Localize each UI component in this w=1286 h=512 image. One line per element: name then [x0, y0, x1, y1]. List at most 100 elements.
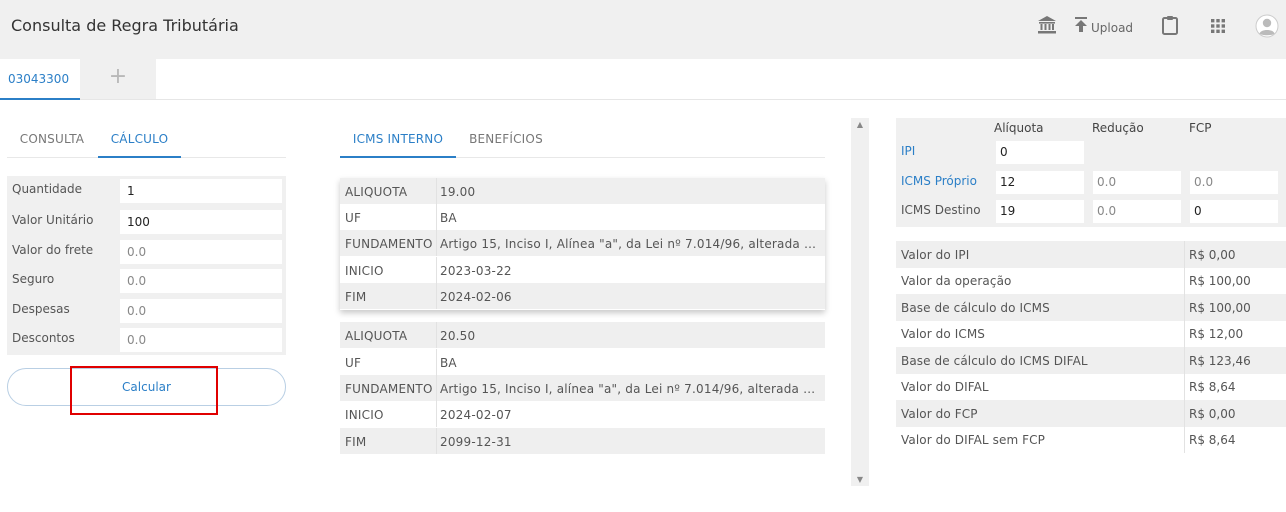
calcular-button[interactable]: Calcular: [7, 368, 286, 406]
scroll-down-arrow-icon[interactable]: ▼: [851, 475, 869, 484]
rule-row: INICIO 2023-03-22: [340, 257, 825, 283]
summary-value: R$ 8,64: [1189, 380, 1236, 394]
summary-row: Valor do IPI R$ 0,00: [896, 241, 1286, 268]
rule-value: 2024-02-06: [440, 290, 512, 304]
user-avatar-icon[interactable]: [1255, 14, 1279, 42]
bank-icon[interactable]: [1037, 15, 1057, 39]
rule-key: ALIQUOTA: [345, 329, 408, 343]
header-fcp: FCP: [1189, 121, 1212, 135]
rule-card-1[interactable]: ALIQUOTA 19.00 UF BA FUNDAMENTO Artigo 15, …: [340, 178, 825, 310]
summary-row: Valor do DIFAL R$ 8,64: [896, 373, 1286, 400]
clipboard-icon[interactable]: [1161, 15, 1179, 39]
rule-row: UF BA: [340, 204, 825, 230]
icms-destino-fcp-input[interactable]: 0: [1190, 200, 1278, 223]
form-row-valor-frete: Valor do frete 0.0: [7, 237, 286, 265]
add-tab-button[interactable]: +: [80, 59, 156, 99]
rule-row: INICIO 2024-02-07: [340, 401, 825, 427]
rule-value: BA: [440, 211, 457, 225]
rule-key: FUNDAMENTO: [345, 382, 433, 396]
rule-row: UF BA: [340, 349, 825, 375]
rule-value: BA: [440, 356, 457, 370]
calculation-form: Quantidade 1 Valor Unitário 100 Valor do…: [7, 176, 286, 355]
icms-destino-reducao-input[interactable]: 0.0: [1093, 200, 1181, 223]
summary-value: R$ 0,00: [1189, 248, 1236, 262]
rule-value: 19.00: [440, 185, 476, 199]
rule-value: 2099-12-31: [440, 435, 512, 449]
tab-document-label: 03043300: [8, 72, 70, 86]
tab-consulta[interactable]: CONSULTA: [7, 128, 97, 158]
apps-grid-icon[interactable]: [1211, 18, 1225, 37]
rule-value: Artigo 15, Inciso I, Alínea "a", da Lei …: [440, 237, 822, 251]
summary-key: Valor do DIFAL: [901, 380, 989, 394]
summary-key: Valor do IPI: [901, 248, 970, 262]
ipi-aliquota-input[interactable]: 0: [996, 141, 1084, 164]
header-reducao: Redução: [1092, 121, 1144, 135]
scroll-up-arrow-icon[interactable]: ▲: [851, 120, 869, 129]
descontos-input[interactable]: 0.0: [120, 328, 282, 352]
rule-row: FIM 2024-02-06: [340, 283, 825, 309]
summary-key: Valor do FCP: [901, 407, 978, 421]
seguro-input[interactable]: 0.0: [120, 269, 282, 293]
valor-frete-input[interactable]: 0.0: [120, 240, 282, 264]
summary-value: R$ 100,00: [1189, 301, 1251, 315]
page-title: Consulta de Regra Tributária: [11, 16, 239, 35]
tab-document-03043300[interactable]: 03043300: [0, 59, 80, 100]
tab-beneficios[interactable]: BENEFÍCIOS: [458, 128, 554, 158]
upload-icon[interactable]: [1073, 16, 1089, 38]
rule-value: 2023-03-22: [440, 264, 512, 278]
icms-proprio-label[interactable]: ICMS Próprio: [901, 174, 977, 188]
rule-key: INICIO: [345, 408, 384, 422]
summary-row: Base de cálculo do ICMS DIFAL R$ 123,46: [896, 347, 1286, 374]
tax-rates-table: Alíquota Redução FCP IPI 0 ICMS Próprio …: [896, 118, 1286, 227]
ipi-label[interactable]: IPI: [901, 144, 915, 158]
rule-row: ALIQUOTA 20.50: [340, 322, 825, 348]
summary-value: R$ 0,00: [1189, 407, 1236, 421]
summary-key: Base de cálculo do ICMS DIFAL: [901, 354, 1088, 368]
summary-key: Base de cálculo do ICMS: [901, 301, 1050, 315]
rule-key: UF: [345, 211, 362, 225]
form-row-seguro: Seguro 0.0: [7, 266, 286, 294]
tab-calculo[interactable]: CÁLCULO: [98, 128, 181, 158]
valor-unitario-input[interactable]: 100: [120, 210, 282, 234]
quantidade-input[interactable]: 1: [120, 179, 282, 203]
rule-row: FUNDAMENTO Artigo 15, Inciso I, alínea "a…: [340, 375, 825, 401]
form-row-despesas: Despesas 0.0: [7, 296, 286, 324]
summary-key: Valor do ICMS: [901, 327, 986, 341]
summary-value: R$ 8,64: [1189, 433, 1236, 447]
summary-value: R$ 100,00: [1189, 274, 1251, 288]
icms-proprio-reducao-input[interactable]: 0.0: [1093, 171, 1181, 194]
descontos-label: Descontos: [12, 331, 75, 345]
summary-value: R$ 12,00: [1189, 327, 1244, 341]
despesas-input[interactable]: 0.0: [120, 299, 282, 323]
summary-key: Valor da operação: [901, 274, 1012, 288]
rule-card-2[interactable]: ALIQUOTA 20.50 UF BA FUNDAMENTO Artigo 15, …: [340, 322, 825, 455]
rule-row: FUNDAMENTO Artigo 15, Inciso I, Alínea "a…: [340, 230, 825, 256]
document-tab-strip: 03043300 +: [0, 59, 1286, 100]
rule-key: UF: [345, 356, 362, 370]
rule-row: FIM 2099-12-31: [340, 428, 825, 454]
rule-key: FIM: [345, 435, 367, 449]
top-bar: Consulta de Regra Tributária Upload: [0, 0, 1286, 59]
form-row-descontos: Descontos 0.0: [7, 325, 286, 353]
calcular-button-label: Calcular: [122, 380, 171, 394]
icms-destino-aliquota-input[interactable]: 19: [996, 200, 1084, 223]
tab-icms-interno[interactable]: ICMS INTERNO: [340, 128, 456, 158]
icms-destino-label: ICMS Destino: [901, 203, 981, 217]
icms-proprio-aliquota-input[interactable]: 12: [996, 171, 1084, 194]
despesas-label: Despesas: [12, 302, 70, 316]
summary-key: Valor do DIFAL sem FCP: [901, 433, 1045, 447]
summary-row: Valor do FCP R$ 0,00: [896, 400, 1286, 427]
rule-value: Artigo 15, Inciso I, alínea "a", da Lei …: [440, 382, 822, 396]
rule-row: ALIQUOTA 19.00: [340, 178, 825, 204]
middle-subtabs: ICMS INTERNO BENEFÍCIOS: [340, 128, 825, 158]
upload-button-label[interactable]: Upload: [1091, 21, 1133, 35]
form-row-valor-unitario: Valor Unitário 100: [7, 207, 286, 235]
summary-row: Valor do ICMS R$ 12,00: [896, 320, 1286, 347]
header-aliquota: Alíquota: [994, 121, 1044, 135]
quantidade-label: Quantidade: [12, 182, 83, 196]
rules-scrollbar[interactable]: ▲ ▼: [851, 118, 869, 486]
left-subtabs: CONSULTA CÁLCULO: [7, 128, 286, 158]
rule-key: INICIO: [345, 264, 384, 278]
form-row-quantidade: Quantidade 1: [7, 176, 286, 204]
icms-proprio-fcp-input[interactable]: 0.0: [1190, 171, 1278, 194]
